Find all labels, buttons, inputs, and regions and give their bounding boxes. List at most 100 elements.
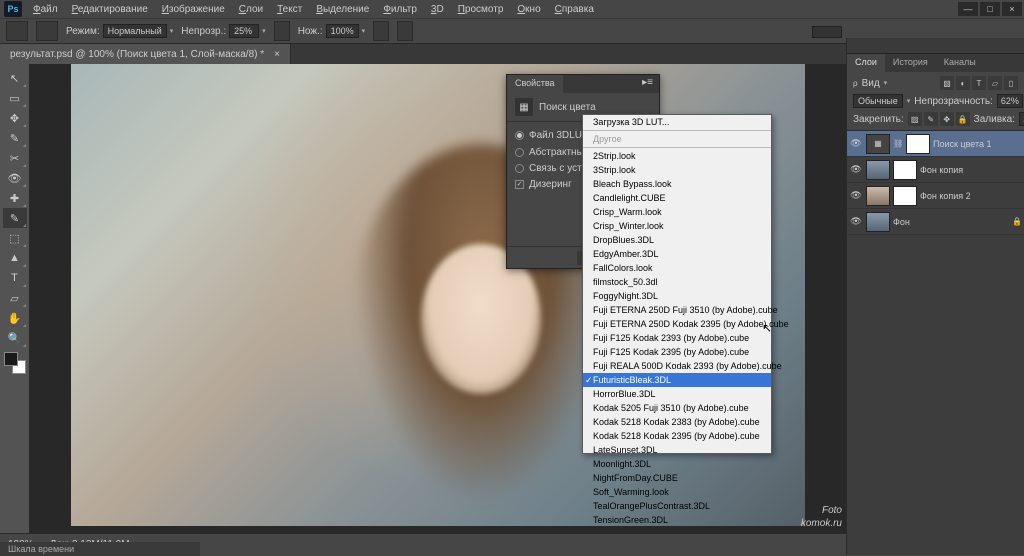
blend-mode-select[interactable]: Обычные [853,94,903,108]
menu-Изображение[interactable]: Изображение [155,2,232,17]
lut-option[interactable]: FoggyNight.3DL [583,289,771,303]
visibility-icon[interactable]: 👁 [849,164,863,175]
menu-Файл[interactable]: Файл [26,2,65,17]
document-tab[interactable]: результат.psd @ 100% (Поиск цвета 1, Сло… [0,44,291,64]
layer-row[interactable]: 👁 Фон копия 2 [847,183,1024,209]
mode-select[interactable]: Нормальный [103,24,167,38]
layer-thumb[interactable] [866,212,890,232]
mask-thumb[interactable] [893,186,917,206]
tool-12[interactable]: ✋ [3,308,27,328]
tab-channels[interactable]: Каналы [936,54,984,72]
tool-5[interactable]: 👁 [3,168,27,188]
layer-thumb[interactable]: ▦ [866,134,890,154]
filter-pixel-icon[interactable]: ▧ [940,76,954,90]
layer-thumb[interactable] [866,160,890,180]
lut-option[interactable]: FuturisticBleak.3DL [583,373,771,387]
layer-row[interactable]: 👁Фон🔒 [847,209,1024,235]
layer-name[interactable]: Фон копия [920,165,1022,175]
maximize-button[interactable]: □ [980,2,1000,16]
tool-3[interactable]: ✎ [3,128,27,148]
visibility-icon[interactable]: 👁 [849,138,863,149]
tool-2[interactable]: ✥ [3,108,27,128]
opacity-field[interactable]: 25% [229,24,259,38]
tab-close-icon[interactable]: × [274,49,280,60]
radio-3dlut[interactable] [515,131,524,140]
lut-option[interactable]: Bleach Bypass.look [583,177,771,191]
lock-position-icon[interactable]: ✥ [940,112,954,126]
airbrush-icon[interactable] [373,21,389,41]
mask-thumb[interactable] [906,134,930,154]
lock-pixels-icon[interactable]: ✎ [924,112,938,126]
lut-option[interactable]: Fuji F125 Kodak 2393 (by Adobe).cube [583,331,771,345]
lut-option[interactable]: Soft_Warming.look [583,485,771,499]
menu-3D[interactable]: 3D [424,2,451,17]
visibility-icon[interactable]: 👁 [849,216,863,227]
lut-option[interactable]: TensionGreen.3DL [583,513,771,527]
layer-thumb[interactable] [866,186,890,206]
menu-Справка[interactable]: Справка [548,2,601,17]
lut-option[interactable]: FallColors.look [583,261,771,275]
flow-field[interactable]: 100% [326,24,359,38]
pressure-opacity-icon[interactable] [274,21,290,41]
lut-option[interactable]: Crisp_Warm.look [583,205,771,219]
minimize-button[interactable]: — [958,2,978,16]
tool-0[interactable]: ↖ [3,68,27,88]
radio-abstract[interactable] [515,148,524,157]
layer-name[interactable]: Поиск цвета 1 [933,139,1022,149]
tool-13[interactable]: 🔍 [3,328,27,348]
tab-history[interactable]: История [885,54,936,72]
lut-option[interactable]: 2Strip.look [583,149,771,163]
filter-type-icon[interactable]: T [972,76,986,90]
lut-option[interactable]: Fuji ETERNA 250D Kodak 2395 (by Adobe).c… [583,317,771,331]
lut-option[interactable]: NightFromDay.CUBE [583,471,771,485]
lut-option[interactable]: HorrorBlue.3DL [583,387,771,401]
menu-Слои[interactable]: Слои [232,2,270,17]
lock-all-icon[interactable]: 🔒 [956,112,970,126]
tab-layers[interactable]: Слои [847,54,885,72]
tool-preset-icon[interactable] [6,21,28,41]
link-icon[interactable]: ⛓ [893,139,903,148]
tool-1[interactable]: ▭ [3,88,27,108]
filter-smart-icon[interactable]: ▯ [1004,76,1018,90]
lut-option[interactable]: filmstock_50.3dl [583,275,771,289]
tool-11[interactable]: ▱ [3,288,27,308]
lut-option[interactable]: LateSunset.3DL [583,443,771,457]
workspace-switcher[interactable] [812,26,842,38]
lut-option[interactable]: EdgyAmber.3DL [583,247,771,261]
radio-devicelink[interactable] [515,164,524,173]
pressure-size-icon[interactable] [397,21,413,41]
lock-transparent-icon[interactable]: ▨ [908,112,922,126]
lut-option[interactable]: Candlelight.CUBE [583,191,771,205]
layer-name[interactable]: Фон [893,217,1009,227]
lut-option[interactable]: Fuji F125 Kodak 2395 (by Adobe).cube [583,345,771,359]
layer-row[interactable]: 👁▦⛓ Поиск цвета 1 [847,131,1024,157]
layer-name[interactable]: Фон копия 2 [920,191,1022,201]
tool-8[interactable]: ⬚ [3,228,27,248]
tool-7[interactable]: ✎ [3,208,27,228]
menu-Просмотр[interactable]: Просмотр [451,2,511,17]
fill-field[interactable]: 100% [1019,112,1024,126]
mask-thumb[interactable] [893,160,917,180]
menu-Выделение[interactable]: Выделение [309,2,376,17]
layer-row[interactable]: 👁 Фон копия [847,157,1024,183]
close-button[interactable]: × [1002,2,1022,16]
timeline-tab[interactable]: Шкала времени [0,542,200,556]
menu-Редактирование[interactable]: Редактирование [65,2,155,17]
menu-Текст[interactable]: Текст [270,2,309,17]
filter-adj-icon[interactable]: ◐ [956,76,970,90]
lut-option[interactable]: Kodak 5218 Kodak 2395 (by Adobe).cube [583,429,771,443]
lut-option[interactable]: Загрузка 3D LUT... [583,115,771,131]
lut-option[interactable]: DropBlues.3DL [583,233,771,247]
tool-10[interactable]: T [3,268,27,288]
lut-option[interactable]: Moonlight.3DL [583,457,771,471]
lut-option[interactable]: Fuji REALA 500D Kodak 2393 (by Adobe).cu… [583,359,771,373]
tool-9[interactable]: ▲ [3,248,27,268]
lut-option[interactable]: Kodak 5218 Kodak 2383 (by Adobe).cube [583,415,771,429]
dither-checkbox[interactable]: ✓ [515,180,524,189]
panel-menu-icon[interactable]: ▸≡ [636,75,659,93]
lut-option[interactable]: Другое [583,132,771,148]
filter-shape-icon[interactable]: ▱ [988,76,1002,90]
layer-opacity-field[interactable]: 62% [997,94,1023,108]
visibility-icon[interactable]: 👁 [849,190,863,201]
tool-4[interactable]: ✂ [3,148,27,168]
